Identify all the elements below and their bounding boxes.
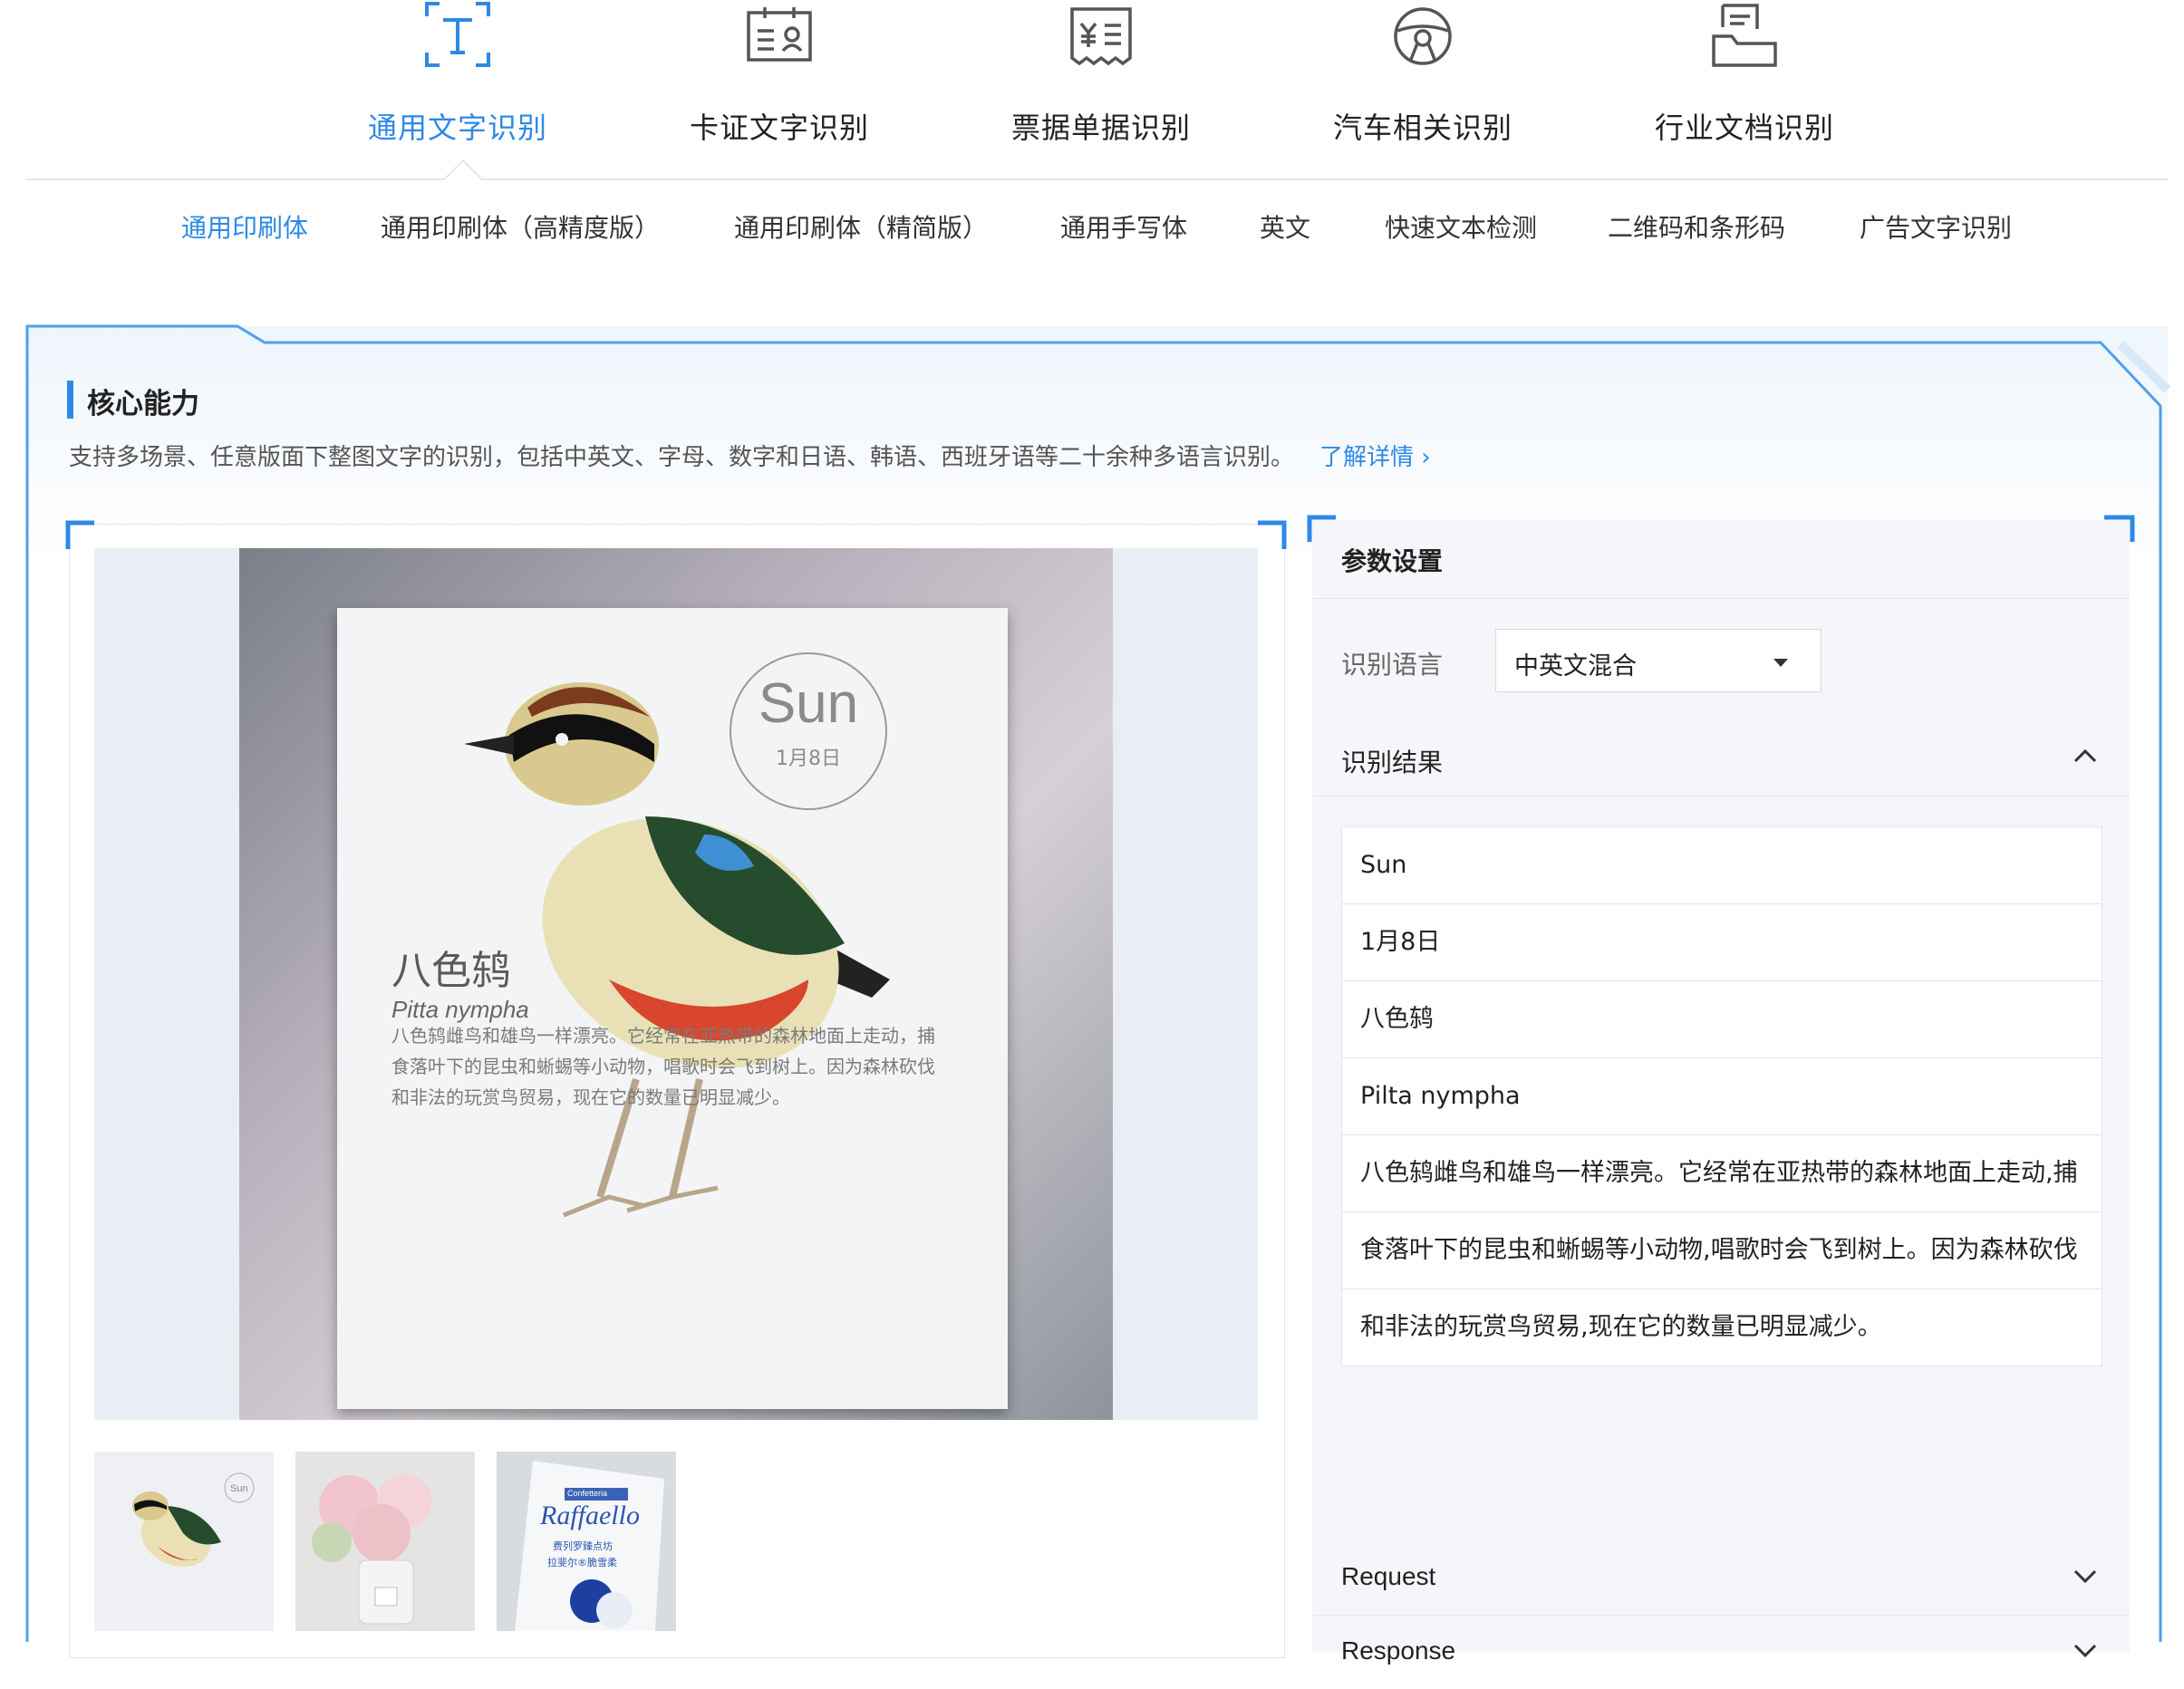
subnav-handwriting[interactable]: 通用手写体	[1060, 208, 1187, 245]
category-label: 通用文字识别	[367, 111, 547, 145]
subnav-text-detection[interactable]: 快速文本检测	[1385, 208, 1537, 245]
results-list: Sun 1月8日 八色鸫 Pilta nympha 八色鸫雌鸟和雄鸟一样漂亮。它…	[1341, 826, 2102, 1366]
divider	[1312, 1615, 2130, 1616]
response-accordion[interactable]: Response	[1312, 1617, 2130, 1689]
card-date: 1月8日	[776, 748, 841, 770]
calendar-card: Sun 1月8日 八色鸫 Pitta nympha 八色鸫雌鸟和雄鸟一样漂亮。它…	[337, 608, 1008, 1409]
divider	[1312, 598, 2130, 599]
subnav-ad-text[interactable]: 广告文字识别	[1860, 208, 2012, 245]
thumbnail-raffaello[interactable]: Confetteria Raffaello 费列罗臻点坊 拉斐尔®脆雪柔	[497, 1452, 676, 1631]
category-label: 行业文档识别	[1654, 111, 1834, 145]
result-row: Pilta nympha	[1342, 1058, 2102, 1135]
results-header[interactable]: 识别结果	[1312, 721, 2130, 797]
subnav-qr-barcode[interactable]: 二维码和条形码	[1608, 208, 1785, 245]
core-title: 核心能力	[87, 388, 199, 420]
receipt-icon	[1070, 7, 1132, 66]
category-receipt-ocr[interactable]: 票据单据识别	[965, 0, 1237, 147]
thumbnail-flowers[interactable]	[295, 1452, 475, 1631]
raffaello-logo-text: Raffaello	[540, 1501, 640, 1530]
bird-thumb-icon: Sun	[132, 1472, 255, 1568]
request-title: Request	[1341, 1562, 1436, 1590]
panel-corner-right	[2104, 515, 2135, 542]
steering-wheel-icon	[1394, 7, 1452, 65]
id-card-icon	[747, 7, 812, 62]
card-title: 八色鸫	[391, 948, 511, 994]
heading-accent-bar	[67, 381, 73, 419]
thumbnail-bird[interactable]: Sun	[94, 1452, 274, 1631]
core-description: 支持多场景、任意版面下整图文字的识别，包括中英文、字母、数字和日语、韩语、西班牙…	[69, 439, 1431, 472]
chevron-up-icon	[2073, 748, 2097, 763]
sample-photo: Sun 1月8日 八色鸫 Pitta nympha 八色鸫雌鸟和雄鸟一样漂亮。它…	[239, 548, 1113, 1420]
result-row: 1月8日	[1342, 904, 2102, 981]
image-stage: Sun 1月8日 八色鸫 Pitta nympha 八色鸫雌鸟和雄鸟一样漂亮。它…	[94, 548, 1258, 1420]
request-accordion[interactable]: Request	[1312, 1542, 2130, 1615]
category-nav: 通用文字识别 卡证文字识别 票据单据识别 汽车相关识别 行业文档识别	[0, 0, 2184, 181]
document-icon	[1712, 4, 1777, 67]
flowers-thumb-icon	[295, 1452, 475, 1631]
chevron-right-icon: ›	[1421, 444, 1431, 471]
sub-nav: 通用印刷体 通用印刷体（高精度版） 通用印刷体（精简版） 通用手写体 英文 快速…	[0, 208, 2184, 263]
dropdown-arrow-icon	[1773, 659, 1788, 667]
chevron-down-icon	[2073, 1644, 2097, 1658]
subnav-english[interactable]: 英文	[1260, 208, 1310, 245]
date-badge: Sun 1月8日	[727, 650, 890, 813]
category-label: 票据单据识别	[1010, 111, 1191, 145]
card-day: Sun	[758, 672, 859, 735]
card-line: 和非法的玩赏鸟贸易，现在它的数量已明显减少。	[391, 1086, 790, 1108]
card-latin: Pitta nympha	[391, 996, 529, 1023]
text-recognition-icon	[425, 2, 490, 67]
language-value: 中英文混合	[1514, 652, 1637, 680]
results-title: 识别结果	[1341, 748, 1444, 777]
learn-more-link[interactable]: 了解详情 ›	[1319, 444, 1431, 471]
raffaello-badge: Confetteria	[567, 1489, 608, 1498]
category-card-ocr[interactable]: 卡证文字识别	[643, 0, 915, 147]
language-select[interactable]: 中英文混合	[1495, 629, 1822, 692]
category-car-ocr[interactable]: 汽车相关识别	[1287, 0, 1559, 147]
raffaello-subtitle-2: 拉斐尔®脆雪柔	[547, 1557, 617, 1568]
language-label: 识别语言	[1341, 650, 1444, 680]
card-line: 八色鸫雌鸟和雄鸟一样漂亮。它经常在亚热带的森林地面上走动，捕	[391, 1025, 935, 1047]
chevron-down-icon	[2073, 1569, 2097, 1584]
response-title: Response	[1341, 1636, 1456, 1665]
category-label: 汽车相关识别	[1332, 111, 1512, 145]
result-row: 和非法的玩赏鸟贸易,现在它的数量已明显减少。	[1360, 1313, 1882, 1341]
result-row: Sun	[1342, 827, 2102, 904]
params-panel: 参数设置 识别语言 中英文混合 识别结果 Sun 1月8日 八色鸫 Pilta …	[1307, 515, 2135, 1665]
result-row: 食落叶下的昆虫和蜥蜴等小动物,唱歌时会飞到树上。因为森林砍伐	[1342, 1212, 2102, 1289]
params-title: 参数设置	[1341, 546, 1444, 576]
category-general-ocr[interactable]: 通用文字识别	[322, 0, 594, 147]
result-row: 八色鸫雌鸟和雄鸟一样漂亮。它经常在亚热带的森林地面上走动,捕	[1342, 1135, 2102, 1212]
nav-divider	[25, 179, 2168, 180]
subnav-general-print[interactable]: 通用印刷体	[181, 208, 308, 245]
core-description-text: 支持多场景、任意版面下整图文字的识别，包括中英文、字母、数字和日语、韩语、西班牙…	[69, 444, 1295, 471]
result-row: 八色鸫	[1342, 981, 2102, 1058]
category-label: 卡证文字识别	[689, 111, 869, 145]
category-document-ocr[interactable]: 行业文档识别	[1609, 0, 1880, 147]
subnav-lite[interactable]: 通用印刷体（精简版）	[734, 208, 988, 245]
svg-text:Sun: Sun	[230, 1483, 248, 1494]
card-line: 食落叶下的昆虫和蜥蜴等小动物，唱歌时会飞到树上。因为森林砍伐	[391, 1056, 935, 1077]
panel-corner-left	[1307, 515, 1336, 542]
learn-more-text: 了解详情	[1319, 444, 1415, 471]
raffaello-subtitle: 费列罗臻点坊	[553, 1540, 613, 1552]
subnav-high-accuracy[interactable]: 通用印刷体（高精度版）	[381, 208, 660, 245]
